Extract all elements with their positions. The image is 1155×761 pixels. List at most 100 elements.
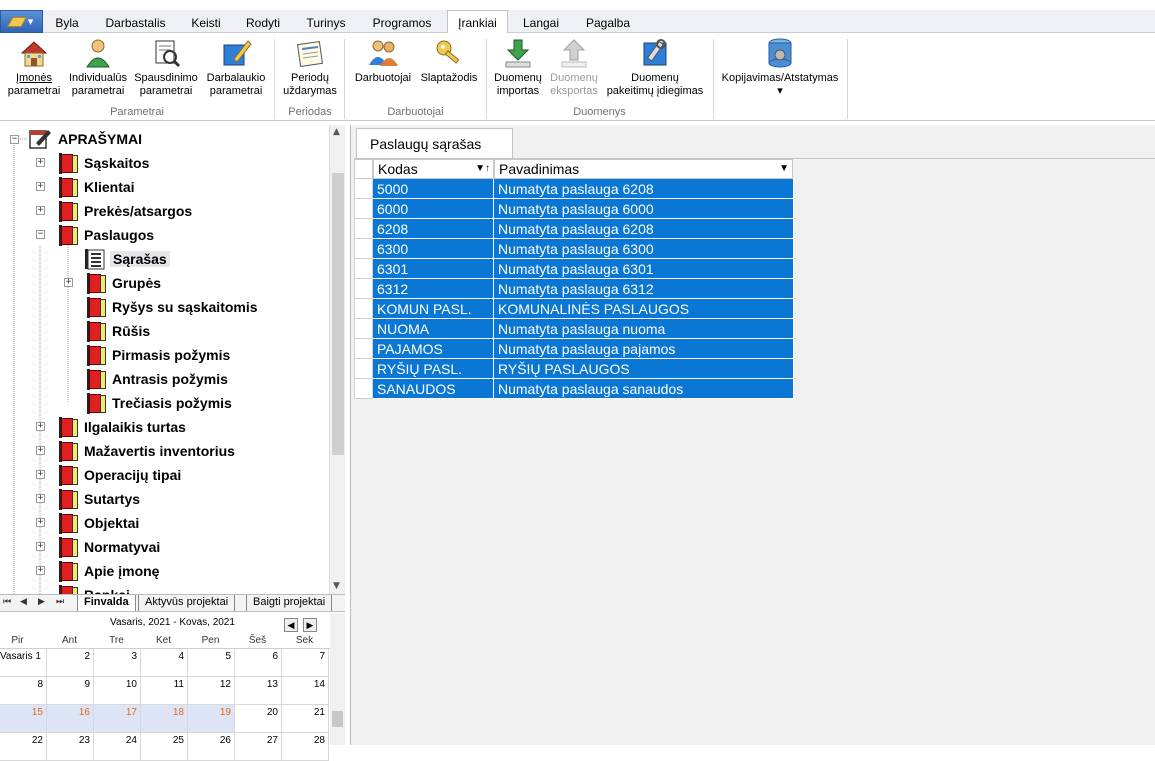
calendar-day[interactable]: 18	[141, 705, 188, 733]
tree-expand-toggle[interactable]: +	[36, 566, 45, 575]
calendar-day[interactable]: 7	[282, 649, 329, 677]
desktop-params-button[interactable]: Darbalaukio parametrai	[202, 37, 270, 98]
calendar-day[interactable]: 16	[47, 705, 94, 733]
cell-kodas[interactable]: 6000	[373, 199, 494, 219]
period-close-button[interactable]: Periodų uždarymas	[279, 37, 341, 98]
calendar-day[interactable]: 3	[94, 649, 141, 677]
filter-icon[interactable]: ▼	[779, 163, 789, 174]
tree-collapse-toggle[interactable]: −	[10, 135, 19, 144]
tab-programos[interactable]: Programos	[362, 12, 442, 33]
tab-turinys[interactable]: Turinys	[297, 12, 355, 33]
cell-pavadinimas[interactable]: Numatyta paslauga 6301	[494, 259, 794, 279]
row-indicator[interactable]	[354, 199, 373, 219]
row-indicator[interactable]	[354, 219, 373, 239]
row-indicator[interactable]	[354, 339, 373, 359]
cell-kodas[interactable]: 6312	[373, 279, 494, 299]
first-icon[interactable]: ⏮	[3, 596, 11, 607]
cell-pavadinimas[interactable]: Numatyta paslauga 6300	[494, 239, 794, 259]
scroll-up-icon[interactable]: ▲	[333, 127, 340, 137]
cell-pavadinimas[interactable]: Numatyta paslauga sanaudos	[494, 379, 794, 399]
calendar-day[interactable]: 11	[141, 677, 188, 705]
cell-pavadinimas[interactable]: Numatyta paslauga 6208	[494, 179, 794, 199]
row-indicator[interactable]	[354, 239, 373, 259]
data-changes-install-button[interactable]: Duomenų pakeitimų įdiegimas	[602, 37, 708, 98]
tree-expand-toggle[interactable]: +	[36, 470, 45, 479]
tree-scroll-thumb[interactable]	[332, 173, 344, 455]
cell-kodas[interactable]: PAJAMOS	[373, 339, 494, 359]
cell-kodas[interactable]: SANAUDOS	[373, 379, 494, 399]
calendar-day[interactable]: 24	[94, 733, 141, 761]
calendar-day[interactable]: 21	[282, 705, 329, 733]
employees-button[interactable]: Darbuotojai	[350, 37, 416, 85]
tab-darbastalis[interactable]: Darbastalis	[98, 12, 173, 33]
calendar-day[interactable]: 19	[188, 705, 235, 733]
calendar-day[interactable]: 5	[188, 649, 235, 677]
calendar-day[interactable]: 6	[235, 649, 282, 677]
tree-item-prekes[interactable]: Prekės/atsargos	[58, 200, 192, 222]
individual-params-button[interactable]: Individualūs parametrai	[65, 37, 131, 98]
tab-aktyvus-projektai[interactable]: Aktyvūs projektai	[138, 595, 236, 611]
tab-keisti[interactable]: Keisti	[184, 12, 228, 33]
calendar-day[interactable]: 8	[0, 677, 47, 705]
row-indicator[interactable]	[354, 379, 373, 399]
row-indicator[interactable]	[354, 279, 373, 299]
tree-item-klientai[interactable]: Klientai	[58, 176, 135, 198]
tree-item-objektai[interactable]: Objektai	[58, 512, 139, 534]
cell-pavadinimas[interactable]: Numatyta paslauga 6208	[494, 219, 794, 239]
cell-pavadinimas[interactable]: KOMUNALINĖS PASLAUGOS	[494, 299, 794, 319]
tree-expand-toggle[interactable]: +	[36, 206, 45, 215]
calendar-day[interactable]: 13	[235, 677, 282, 705]
tree-expand-toggle[interactable]: +	[64, 278, 73, 287]
tree-expand-toggle[interactable]: +	[36, 182, 45, 191]
tab-irankiai[interactable]: Įrankiai	[447, 10, 508, 34]
tree-item-rusis[interactable]: Rūšis	[86, 320, 150, 342]
tab-rodyti[interactable]: Rodyti	[238, 12, 288, 33]
cell-pavadinimas[interactable]: Numatyta paslauga nuoma	[494, 319, 794, 339]
next-icon[interactable]: ▶	[38, 596, 45, 607]
calendar-day[interactable]: 27	[235, 733, 282, 761]
calendar-day[interactable]: 9	[47, 677, 94, 705]
cell-kodas[interactable]: 5000	[373, 179, 494, 199]
last-icon[interactable]: ⏭	[56, 596, 64, 607]
tab-baigti-projektai[interactable]: Baigti projektai	[246, 595, 333, 611]
tree-item-sarasas[interactable]: Sąrašas	[84, 248, 170, 270]
tab-pagalba[interactable]: Pagalba	[578, 12, 638, 33]
tree-scrollbar[interactable]: ▲ ▼	[329, 125, 345, 595]
tree-item-antrasis[interactable]: Antrasis požymis	[86, 368, 228, 390]
calendar-day[interactable]: 20	[235, 705, 282, 733]
calendar-day[interactable]: 28	[282, 733, 329, 761]
tree-item-saskaitos[interactable]: Sąskaitos	[58, 152, 149, 174]
tree-collapse-toggle[interactable]: −	[36, 230, 45, 239]
data-import-button[interactable]: Duomenų importas	[491, 37, 545, 98]
tree-expand-toggle[interactable]: +	[36, 518, 45, 527]
row-indicator[interactable]	[354, 359, 373, 379]
password-button[interactable]: Slaptažodis	[417, 37, 481, 85]
row-indicator[interactable]	[354, 179, 373, 199]
cell-kodas[interactable]: 6208	[373, 219, 494, 239]
tree-item-operaciju[interactable]: Operacijų tipai	[58, 464, 181, 486]
cell-pavadinimas[interactable]: Numatyta paslauga 6312	[494, 279, 794, 299]
cell-kodas[interactable]: 6300	[373, 239, 494, 259]
calendar-day[interactable]: Vasaris 1	[0, 649, 47, 677]
cell-pavadinimas[interactable]: Numatyta paslauga pajamos	[494, 339, 794, 359]
cell-pavadinimas[interactable]: Numatyta paslauga 6000	[494, 199, 794, 219]
tree-expand-toggle[interactable]: +	[36, 542, 45, 551]
tree-item-grupes[interactable]: Grupės	[86, 272, 161, 294]
calendar-day[interactable]: 2	[47, 649, 94, 677]
tree-root[interactable]: APRAŠYMAI	[28, 128, 142, 150]
calendar-day[interactable]: 23	[47, 733, 94, 761]
app-menu-button[interactable]: ▾	[0, 10, 43, 33]
calendar-day[interactable]: 14	[282, 677, 329, 705]
calendar-day[interactable]: 4	[141, 649, 188, 677]
column-header-kodas[interactable]: Kodas ▼↑	[373, 159, 494, 179]
calendar-day[interactable]: 17	[94, 705, 141, 733]
calendar-scroll-thumb[interactable]	[332, 711, 343, 727]
cell-kodas[interactable]: RYŠIŲ PASL.	[373, 359, 494, 379]
tree-item-apie-imone[interactable]: Apie įmonę	[58, 560, 159, 582]
calendar-prev-button[interactable]: ◀	[284, 618, 298, 632]
calendar-day[interactable]: 12	[188, 677, 235, 705]
calendar-day[interactable]: 26	[188, 733, 235, 761]
data-export-button[interactable]: Duomenų eksportas	[546, 37, 602, 98]
calendar-day[interactable]: 22	[0, 733, 47, 761]
cell-kodas[interactable]: NUOMA	[373, 319, 494, 339]
